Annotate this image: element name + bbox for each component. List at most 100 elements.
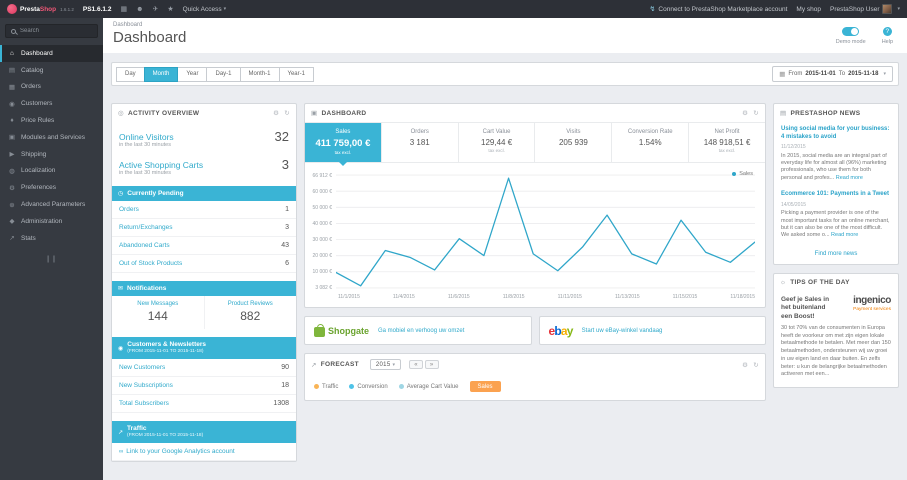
abandoned-carts-value: 43	[281, 242, 289, 249]
return-exchanges-value: 3	[285, 224, 289, 231]
dashboard-refresh-icon[interactable]	[753, 109, 759, 117]
range-button-year[interactable]: Year	[177, 66, 208, 82]
new-subscriptions-link[interactable]: New Subscriptions	[119, 382, 173, 389]
kpi-visits[interactable]: Visits 205 939	[535, 123, 613, 162]
return-exchanges-link[interactable]: Return/Exchanges	[119, 224, 172, 231]
kpi-cart-value[interactable]: Cart Value 129,44 € tax excl.	[459, 123, 536, 162]
prev-year-button[interactable]	[409, 360, 423, 369]
marketplace-link[interactable]: Connect to PrestaShop Marketplace accoun…	[650, 5, 787, 13]
sidebar-item-label: Dashboard	[21, 49, 53, 57]
forecast-legend-average-cart-value[interactable]: Average Cart Value	[398, 384, 459, 390]
abandoned-carts-link[interactable]: Abandoned Carts	[119, 242, 170, 249]
wrench-icon	[8, 201, 16, 209]
sidebar-item-price-rules[interactable]: Price Rules	[0, 112, 103, 129]
shopgate-promo[interactable]: Shopgate Ga mobiel en verhoog uw omzet	[304, 316, 532, 345]
sidebar-item-localization[interactable]: Localization	[0, 163, 103, 180]
orders-icon	[8, 83, 16, 91]
my-shop-link[interactable]: My shop	[796, 6, 821, 13]
out-of-stock-link[interactable]: Out of Stock Products	[119, 260, 182, 267]
kpi-sales[interactable]: Sales 411 759,00 € tax excl.	[305, 123, 382, 166]
forecast-metric-sales[interactable]: Sales	[469, 381, 501, 392]
kpi-orders[interactable]: Orders 3 181	[382, 123, 459, 162]
chart-plot: Sales	[336, 171, 755, 291]
kpi-net-profit[interactable]: Net Profit 148 918,51 € tax excl.	[689, 123, 765, 162]
ebay-promo[interactable]: ebay Start uw eBay-winkel vandaag	[538, 316, 766, 345]
sidebar-item-stats[interactable]: Stats	[0, 230, 103, 247]
online-visitors-link[interactable]: Online Visitors	[119, 132, 174, 142]
ebay-logo: ebay	[548, 323, 574, 338]
range-button-day-1[interactable]: Day-1	[206, 66, 241, 82]
sidebar-item-administration[interactable]: Administration	[0, 213, 103, 230]
forecast-panel-title: FORECAST	[320, 361, 359, 368]
read-more-link[interactable]: Read more	[831, 232, 858, 238]
product-reviews-stat[interactable]: Product Reviews 882	[203, 296, 297, 329]
sidebar-item-dashboard[interactable]: Dashboard	[0, 45, 103, 62]
star-icon[interactable]	[167, 5, 173, 13]
read-more-link[interactable]: Read more	[836, 175, 863, 181]
active-carts-link[interactable]: Active Shopping Carts	[119, 160, 203, 170]
sales-chart-area: 66 912 € 60 000 € 50 000 € 40 000 € 30 0…	[305, 163, 765, 291]
find-more-news-link[interactable]: Find more news	[774, 245, 898, 264]
quick-access-menu[interactable]: Quick Access	[183, 6, 227, 13]
prestashop-logo[interactable]: PrestaShop 1.6.1.2	[7, 4, 74, 14]
shopgate-promo-link[interactable]: Ga mobiel en verhoog uw omzet	[378, 328, 464, 334]
collapse-sidebar-button[interactable]	[0, 247, 103, 272]
notifications-section: Notifications New Messages 144 Product R…	[112, 281, 296, 329]
demo-mode-toggle[interactable]	[842, 27, 860, 36]
google-analytics-link[interactable]: Link to your Google Analytics account	[119, 448, 234, 455]
forecast-legend-traffic[interactable]: Traffic	[314, 384, 338, 390]
breadcrumb[interactable]: Dashboard	[113, 22, 897, 28]
user-menu[interactable]: PrestaShop User	[830, 4, 900, 14]
cart-icon[interactable]	[120, 5, 127, 13]
online-visitors-subtext: in the last 30 minutes	[119, 142, 171, 148]
sidebar-item-advanced-parameters[interactable]: Advanced Parameters	[0, 196, 103, 213]
help-icon[interactable]	[882, 27, 892, 36]
sidebar-item-modules[interactable]: Modules and Services	[0, 129, 103, 146]
dashboard-settings-icon[interactable]	[742, 109, 748, 117]
forecast-settings-icon[interactable]	[742, 361, 748, 369]
activity-settings-icon[interactable]	[273, 109, 279, 117]
range-button-month[interactable]: Month	[143, 66, 179, 82]
range-button-year-1[interactable]: Year-1	[278, 66, 314, 82]
new-customers-link[interactable]: New Customers	[119, 364, 165, 371]
shopgate-logo-text: Shopgate	[328, 325, 370, 336]
table-row: Out of Stock Products 6	[112, 255, 296, 273]
sidebar-search[interactable]	[5, 24, 98, 38]
total-subscribers-link[interactable]: Total Subscribers	[119, 400, 169, 407]
active-carts-value: 3	[281, 157, 289, 172]
activity-refresh-icon[interactable]	[284, 109, 290, 117]
activity-overview-panel: ACTIVITY OVERVIEW Online Visitors 32 in …	[111, 103, 297, 463]
range-button-month-1[interactable]: Month-1	[239, 66, 280, 82]
new-messages-stat[interactable]: New Messages 144	[112, 296, 204, 329]
sidebar-item-orders[interactable]: Orders	[0, 79, 103, 96]
search-input[interactable]	[20, 28, 92, 34]
forecast-panel-header: FORECAST 2015	[305, 354, 765, 375]
news-icon	[780, 109, 786, 117]
airplane-icon[interactable]	[152, 5, 158, 13]
brand-name: Presta	[20, 5, 40, 13]
table-row: New Subscriptions 18	[112, 377, 296, 396]
ebay-promo-link[interactable]: Start uw eBay-winkel vandaag	[582, 328, 663, 334]
chart-y-axis: 66 912 € 60 000 € 50 000 € 40 000 € 30 0…	[309, 173, 336, 291]
news-article-link[interactable]: Ecommerce 101: Payments in a Tweet	[781, 191, 891, 199]
y-tick: 60 000 €	[312, 189, 332, 195]
next-year-button[interactable]	[424, 360, 439, 369]
forecast-refresh-icon[interactable]	[753, 361, 759, 369]
range-button-day[interactable]: Day	[116, 66, 145, 82]
pending-orders-link[interactable]: Orders	[119, 206, 139, 213]
profile-icon[interactable]	[136, 6, 143, 13]
sidebar-item-customers[interactable]: Customers	[0, 95, 103, 112]
sidebar-item-catalog[interactable]: Catalog	[0, 62, 103, 79]
chart-legend-sales[interactable]: Sales	[732, 171, 753, 177]
sidebar-item-preferences[interactable]: Preferences	[0, 179, 103, 196]
date-range-picker[interactable]: From 2015-11-01 To 2015-11-18	[772, 66, 893, 82]
kpi-sub	[537, 148, 609, 153]
kpi-conversion-rate[interactable]: Conversion Rate 1.54%	[612, 123, 690, 162]
modules-icon	[8, 133, 16, 141]
year-select[interactable]: 2015	[369, 359, 402, 370]
news-article-link[interactable]: Using social media for your business: 4 …	[781, 126, 891, 142]
shop-name-link[interactable]: PS1.6.1.2	[83, 6, 112, 13]
sidebar-item-shipping[interactable]: Shipping	[0, 146, 103, 163]
prestashop-news-panel: PRESTASHOP NEWS Using social media for y…	[773, 103, 899, 265]
forecast-legend-conversion[interactable]: Conversion	[349, 384, 388, 390]
